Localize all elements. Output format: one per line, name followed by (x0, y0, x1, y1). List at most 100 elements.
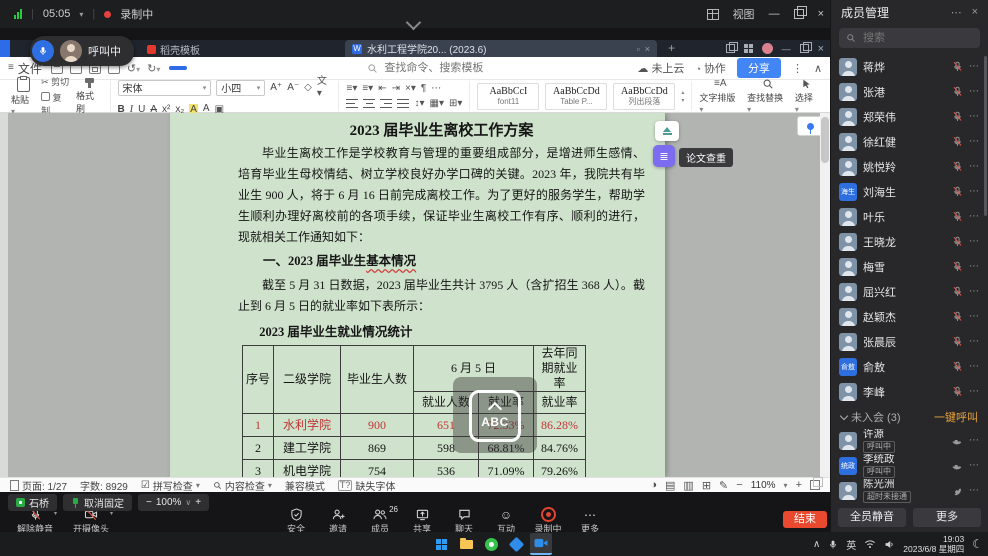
wps-account-avatar[interactable] (762, 43, 773, 54)
member-row[interactable]: 张晨辰 ⋯ (831, 329, 988, 354)
redo-icon[interactable]: ↻▾ (147, 62, 160, 75)
decrease-indent-icon[interactable]: ⇤ (378, 83, 386, 95)
member-row[interactable]: 王晓龙 ⋯ (831, 229, 988, 254)
panel-close-icon[interactable]: × (972, 6, 978, 19)
cloud-status[interactable]: ☁ 未上云 (637, 60, 684, 76)
toolbar-action-button[interactable]: ☺ ⋯ 聊天 (444, 508, 484, 535)
member-more-icon[interactable]: ⋯ (969, 485, 980, 496)
find-replace-button[interactable]: 查找替换 ▾ (747, 78, 789, 114)
member-more-icon[interactable]: ⋯ (969, 336, 980, 347)
wps-close-button[interactable]: × (818, 43, 824, 55)
shading-icon[interactable]: ▦▾ (430, 98, 444, 110)
file-explorer-button[interactable] (455, 533, 477, 555)
share-zoom-in[interactable]: + (195, 497, 201, 508)
paper-check-button[interactable]: ≣ (653, 145, 675, 167)
increase-font-icon[interactable]: A⁺ (270, 82, 282, 94)
member-search[interactable] (839, 28, 980, 48)
end-meeting-button[interactable]: 结束 (783, 511, 827, 528)
ribbon-tab[interactable] (188, 66, 206, 70)
cut-button[interactable]: ✂ 剪切 (41, 75, 70, 88)
style-chip[interactable]: AaBbCcI font11 (477, 83, 539, 110)
page-indicator[interactable]: 页面: 1/27 (10, 478, 67, 493)
member-row[interactable]: 赵颖杰 ⋯ (831, 304, 988, 329)
member-row[interactable]: 姚悦羚 ⋯ (831, 154, 988, 179)
text-effects-icon[interactable]: 文▾ (317, 76, 332, 100)
fullscreen-icon[interactable] (810, 480, 820, 490)
toolbar-action-button[interactable]: ☺ ⋯ 互动 (486, 508, 526, 535)
member-more-icon[interactable]: ⋯ (969, 286, 980, 297)
member-more-icon[interactable]: ⋯ (969, 86, 980, 97)
content-check-toggle[interactable]: 内容检查 ▾ (213, 478, 272, 493)
share-zoom-value[interactable]: 100% (156, 497, 182, 508)
read-layout-icon[interactable]: ▤ (665, 479, 675, 492)
eye-protect-icon[interactable]: ◑ (650, 479, 657, 491)
member-more-icon[interactable]: ⋯ (969, 111, 980, 122)
grid-view-icon[interactable] (744, 44, 753, 53)
style-chip[interactable]: AaBbCcDd 列出段落 (613, 83, 675, 110)
member-row[interactable]: 叶乐 ⋯ (831, 204, 988, 229)
camera-on-button[interactable]: 开摄像头 ▾ (68, 508, 114, 535)
zoom-in-button[interactable]: + (796, 479, 802, 491)
close-button[interactable]: × (818, 8, 824, 20)
command-search[interactable] (367, 61, 496, 75)
select-button[interactable]: 选择 ▾ (795, 78, 819, 114)
more-menu-icon[interactable]: ⋮ (792, 62, 803, 75)
member-more-icon[interactable]: ⋯ (969, 361, 980, 372)
line-spacing-icon[interactable]: ↕▾ (414, 98, 424, 110)
single-view-icon[interactable] (726, 44, 735, 53)
web-layout-icon[interactable]: ⊞ (702, 479, 711, 492)
tray-mic-icon[interactable] (828, 539, 838, 550)
document-scrollbar[interactable] (820, 113, 830, 477)
tab-close-icon[interactable]: × (645, 44, 650, 54)
member-more-icon[interactable]: ⋯ (969, 386, 980, 397)
meeting-app-button[interactable] (530, 533, 552, 555)
align-right-icon[interactable] (380, 99, 392, 108)
member-more-icon[interactable]: ⋯ (969, 236, 980, 247)
panel-more-icon[interactable]: ⋯ (951, 6, 962, 19)
page-layout-icon[interactable]: ▥ (683, 479, 693, 492)
share-zoom-out[interactable]: − (146, 497, 152, 508)
chevron-down-icon[interactable]: ▾ (79, 10, 83, 19)
zoom-out-button[interactable]: − (736, 479, 742, 491)
panel-more-button[interactable]: 更多 (913, 508, 981, 527)
member-more-icon[interactable]: ⋯ (969, 435, 980, 446)
member-row[interactable]: 海生 刘海生 ⋯ (831, 179, 988, 204)
member-more-icon[interactable]: ⋯ (969, 311, 980, 322)
phone-icon[interactable] (949, 482, 966, 499)
toolbar-action-button[interactable]: ☺ ⋯ 录制中 (528, 508, 568, 535)
wifi-icon[interactable] (864, 539, 876, 549)
toolbar-action-button[interactable]: ☺ ⋯ 成员 26 (360, 508, 400, 535)
not-joined-row[interactable]: 陈光洲 超时未接通 ⋯ (831, 478, 988, 503)
layout-grid-icon[interactable] (707, 9, 719, 20)
sort-icon[interactable]: ×▾ (405, 83, 416, 95)
missing-fonts[interactable]: T?缺失字体 (338, 478, 396, 493)
edit-mode-icon[interactable]: ✎ (719, 479, 728, 492)
word-count[interactable]: 字数: 8929 (80, 478, 128, 493)
ribbon-tab[interactable] (245, 66, 263, 70)
more-paragraph-icon[interactable]: ⋯ (431, 83, 441, 95)
eject-tool-button[interactable] (655, 121, 679, 141)
clear-format-icon[interactable]: ◇ (304, 82, 312, 94)
shared-source-pill[interactable]: 石桥 (8, 494, 57, 511)
member-more-icon[interactable]: ⋯ (969, 136, 980, 147)
chevron-down-icon[interactable]: ∨ (185, 498, 191, 507)
ribbon-tab[interactable] (264, 66, 282, 70)
wps-restore-button[interactable] (800, 44, 809, 53)
style-chip[interactable]: AaBbCcDd Table P... (545, 83, 607, 110)
member-more-icon[interactable]: ⋯ (969, 61, 980, 72)
phone-icon[interactable] (951, 460, 963, 472)
tab-preview-icon[interactable]: ▫ (637, 44, 640, 54)
mic-options-caret[interactable]: ▾ (54, 510, 57, 517)
member-row[interactable]: 屈兴红 ⋯ (831, 279, 988, 304)
ribbon-tab[interactable] (321, 66, 339, 70)
text-layout-button[interactable]: ≡A 文字排版 ▾ (699, 78, 741, 114)
unpin-button[interactable]: 取消固定 (63, 494, 132, 511)
member-row[interactable]: 李峰 ⋯ (831, 379, 988, 404)
bullet-list-icon[interactable]: ≡▾ (346, 83, 357, 95)
ribbon-tab[interactable] (340, 66, 358, 70)
ribbon-tab[interactable] (169, 66, 187, 70)
taskbar-clock[interactable]: 19:03 2023/6/8 星期四 (903, 534, 964, 554)
zoom-preset-icon[interactable]: ▾ (784, 481, 788, 490)
call-all-button[interactable]: 一键呼叫 (934, 409, 978, 425)
ime-language-indicator[interactable]: 英 (846, 537, 856, 552)
